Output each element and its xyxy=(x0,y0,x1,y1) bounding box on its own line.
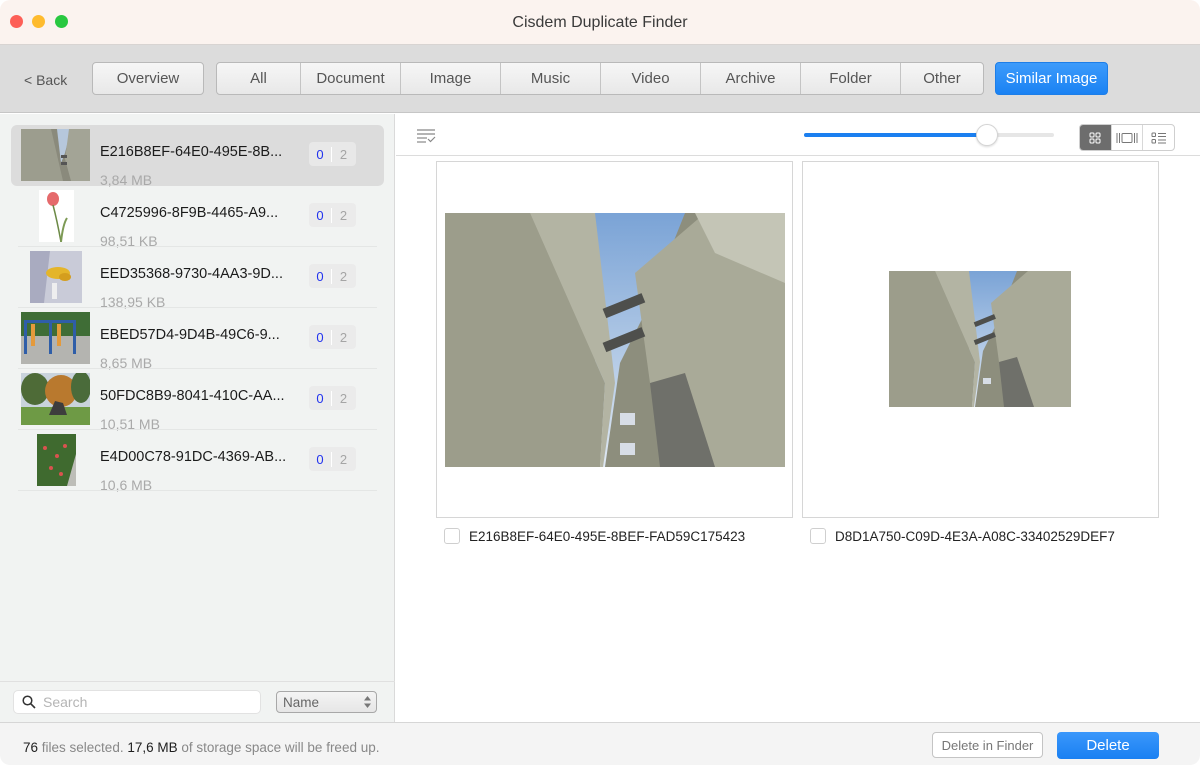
compare-view-button[interactable] xyxy=(1110,125,1143,150)
tab-folder[interactable]: Folder xyxy=(800,63,900,94)
image-filename: D8D1A750-C09D-4E3A-A08C-33402529DEF7 xyxy=(835,529,1115,544)
item-filename: E4D00C78-91DC-4369-AB... xyxy=(100,449,287,465)
selection-count-badge: 0 2 xyxy=(309,142,356,166)
list-item[interactable]: 50FDC8B9-8041-410C-AA... 10,51 MB 0 2 xyxy=(11,369,384,432)
thumbnail-building xyxy=(21,129,90,181)
sort-selected-value: Name xyxy=(283,694,320,710)
selected-count: 0 xyxy=(309,329,332,345)
search-icon xyxy=(22,695,36,709)
search-input[interactable] xyxy=(43,694,243,710)
thumbnail-park xyxy=(21,373,90,425)
sidebar: E216B8EF-64E0-495E-8B... 3,84 MB 0 2 C47… xyxy=(0,114,395,722)
selected-count: 0 xyxy=(309,146,332,162)
slider-thumb[interactable] xyxy=(975,124,998,146)
tab-video[interactable]: Video xyxy=(600,63,700,94)
selected-count: 0 xyxy=(309,451,332,467)
selected-count: 0 xyxy=(309,207,332,223)
select-checkbox[interactable] xyxy=(444,528,460,544)
total-count: 2 xyxy=(339,390,348,406)
overview-button[interactable]: Overview xyxy=(92,62,204,95)
thumbnail-size-slider[interactable] xyxy=(804,124,1056,148)
image-preview xyxy=(445,213,785,467)
view-mode-switcher xyxy=(1079,124,1175,151)
tab-other[interactable]: Other xyxy=(900,63,983,94)
row-divider xyxy=(18,490,377,491)
tab-all[interactable]: All xyxy=(217,63,300,94)
thumbnail-playground xyxy=(21,312,90,364)
item-filename: 50FDC8B9-8041-410C-AA... xyxy=(100,388,285,404)
tab-archive[interactable]: Archive xyxy=(700,63,800,94)
thumbnail-rose-bush xyxy=(37,434,76,486)
toolbar: < Back Overview All Document Image Music… xyxy=(0,45,1200,113)
selection-count-badge: 0 2 xyxy=(309,325,356,349)
carousel-icon xyxy=(1116,132,1138,143)
category-tabs: All Document Image Music Video Archive F… xyxy=(216,62,984,95)
total-count: 2 xyxy=(339,146,348,162)
preview-toolbar xyxy=(396,114,1200,156)
tab-image[interactable]: Image xyxy=(400,63,500,94)
tab-music[interactable]: Music xyxy=(500,63,600,94)
delete-button[interactable]: Delete xyxy=(1057,732,1159,759)
back-button[interactable]: < Back xyxy=(24,72,67,88)
selection-count-badge: 0 2 xyxy=(309,203,356,227)
title-bar: Cisdem Duplicate Finder xyxy=(0,0,1200,45)
divider xyxy=(0,681,395,682)
up-down-chevron-icon xyxy=(364,696,371,708)
image-card[interactable] xyxy=(802,161,1159,518)
thumbnail-tulip xyxy=(39,190,74,242)
selection-count-badge: 0 2 xyxy=(309,264,356,288)
list-item[interactable]: EBED57D4-9D4B-49C6-9... 8,65 MB 0 2 xyxy=(11,308,384,371)
selected-files-count: 76 xyxy=(23,740,39,755)
list-item[interactable]: EED35368-9730-4AA3-9D... 138,95 KB 0 2 xyxy=(11,247,384,310)
app-window: Cisdem Duplicate Finder < Back Overview … xyxy=(0,0,1200,765)
slider-fill xyxy=(804,133,987,137)
sort-select[interactable]: Name xyxy=(276,691,377,713)
list-icon xyxy=(1151,132,1166,143)
image-filename: E216B8EF-64E0-495E-8BEF-FAD59C175423 xyxy=(469,529,746,544)
grid-view-button[interactable] xyxy=(1080,125,1111,150)
item-filename: C4725996-8F9B-4465-A9... xyxy=(100,205,279,221)
total-count: 2 xyxy=(339,451,348,467)
freed-space-text: of storage space will be freed up. xyxy=(177,740,380,755)
image-preview xyxy=(889,271,1071,407)
files-selected-text: files selected. xyxy=(38,740,128,755)
tab-document[interactable]: Document xyxy=(300,63,400,94)
list-item[interactable]: C4725996-8F9B-4465-A9... 98,51 KB 0 2 xyxy=(11,186,384,249)
window-title: Cisdem Duplicate Finder xyxy=(512,14,688,31)
status-bar: 76 files selected. 17,6 MB of storage sp… xyxy=(0,722,1200,765)
select-checkbox[interactable] xyxy=(810,528,826,544)
list-item[interactable]: E216B8EF-64E0-495E-8B... 3,84 MB 0 2 xyxy=(11,125,384,188)
search-field[interactable] xyxy=(13,690,261,714)
list-item[interactable]: E4D00C78-91DC-4369-AB... 10,6 MB 0 2 xyxy=(11,430,384,493)
item-filename: E216B8EF-64E0-495E-8B... xyxy=(100,144,283,160)
selection-summary: 76 files selected. 17,6 MB of storage sp… xyxy=(23,740,379,755)
selected-count: 0 xyxy=(309,390,332,406)
list-view-button[interactable] xyxy=(1142,125,1174,150)
selected-count: 0 xyxy=(309,268,332,284)
auto-select-icon[interactable] xyxy=(417,129,436,143)
grid-icon xyxy=(1089,132,1101,143)
tab-similar-image[interactable]: Similar Image xyxy=(995,62,1108,95)
image-card[interactable] xyxy=(436,161,793,518)
total-count: 2 xyxy=(339,329,348,345)
total-count: 2 xyxy=(339,207,348,223)
total-count: 2 xyxy=(339,268,348,284)
freed-space-size: 17,6 MB xyxy=(127,740,178,755)
delete-in-finder-button[interactable]: Delete in Finder xyxy=(932,732,1043,758)
selection-count-badge: 0 2 xyxy=(309,447,356,471)
preview-panel: E216B8EF-64E0-495E-8BEF-FAD59C175423 D8D… xyxy=(396,114,1200,722)
item-filename: EBED57D4-9D4B-49C6-9... xyxy=(100,327,280,343)
item-filename: EED35368-9730-4AA3-9D... xyxy=(100,266,283,282)
thumbnail-yellow-flowers xyxy=(30,251,82,303)
selection-count-badge: 0 2 xyxy=(309,386,356,410)
